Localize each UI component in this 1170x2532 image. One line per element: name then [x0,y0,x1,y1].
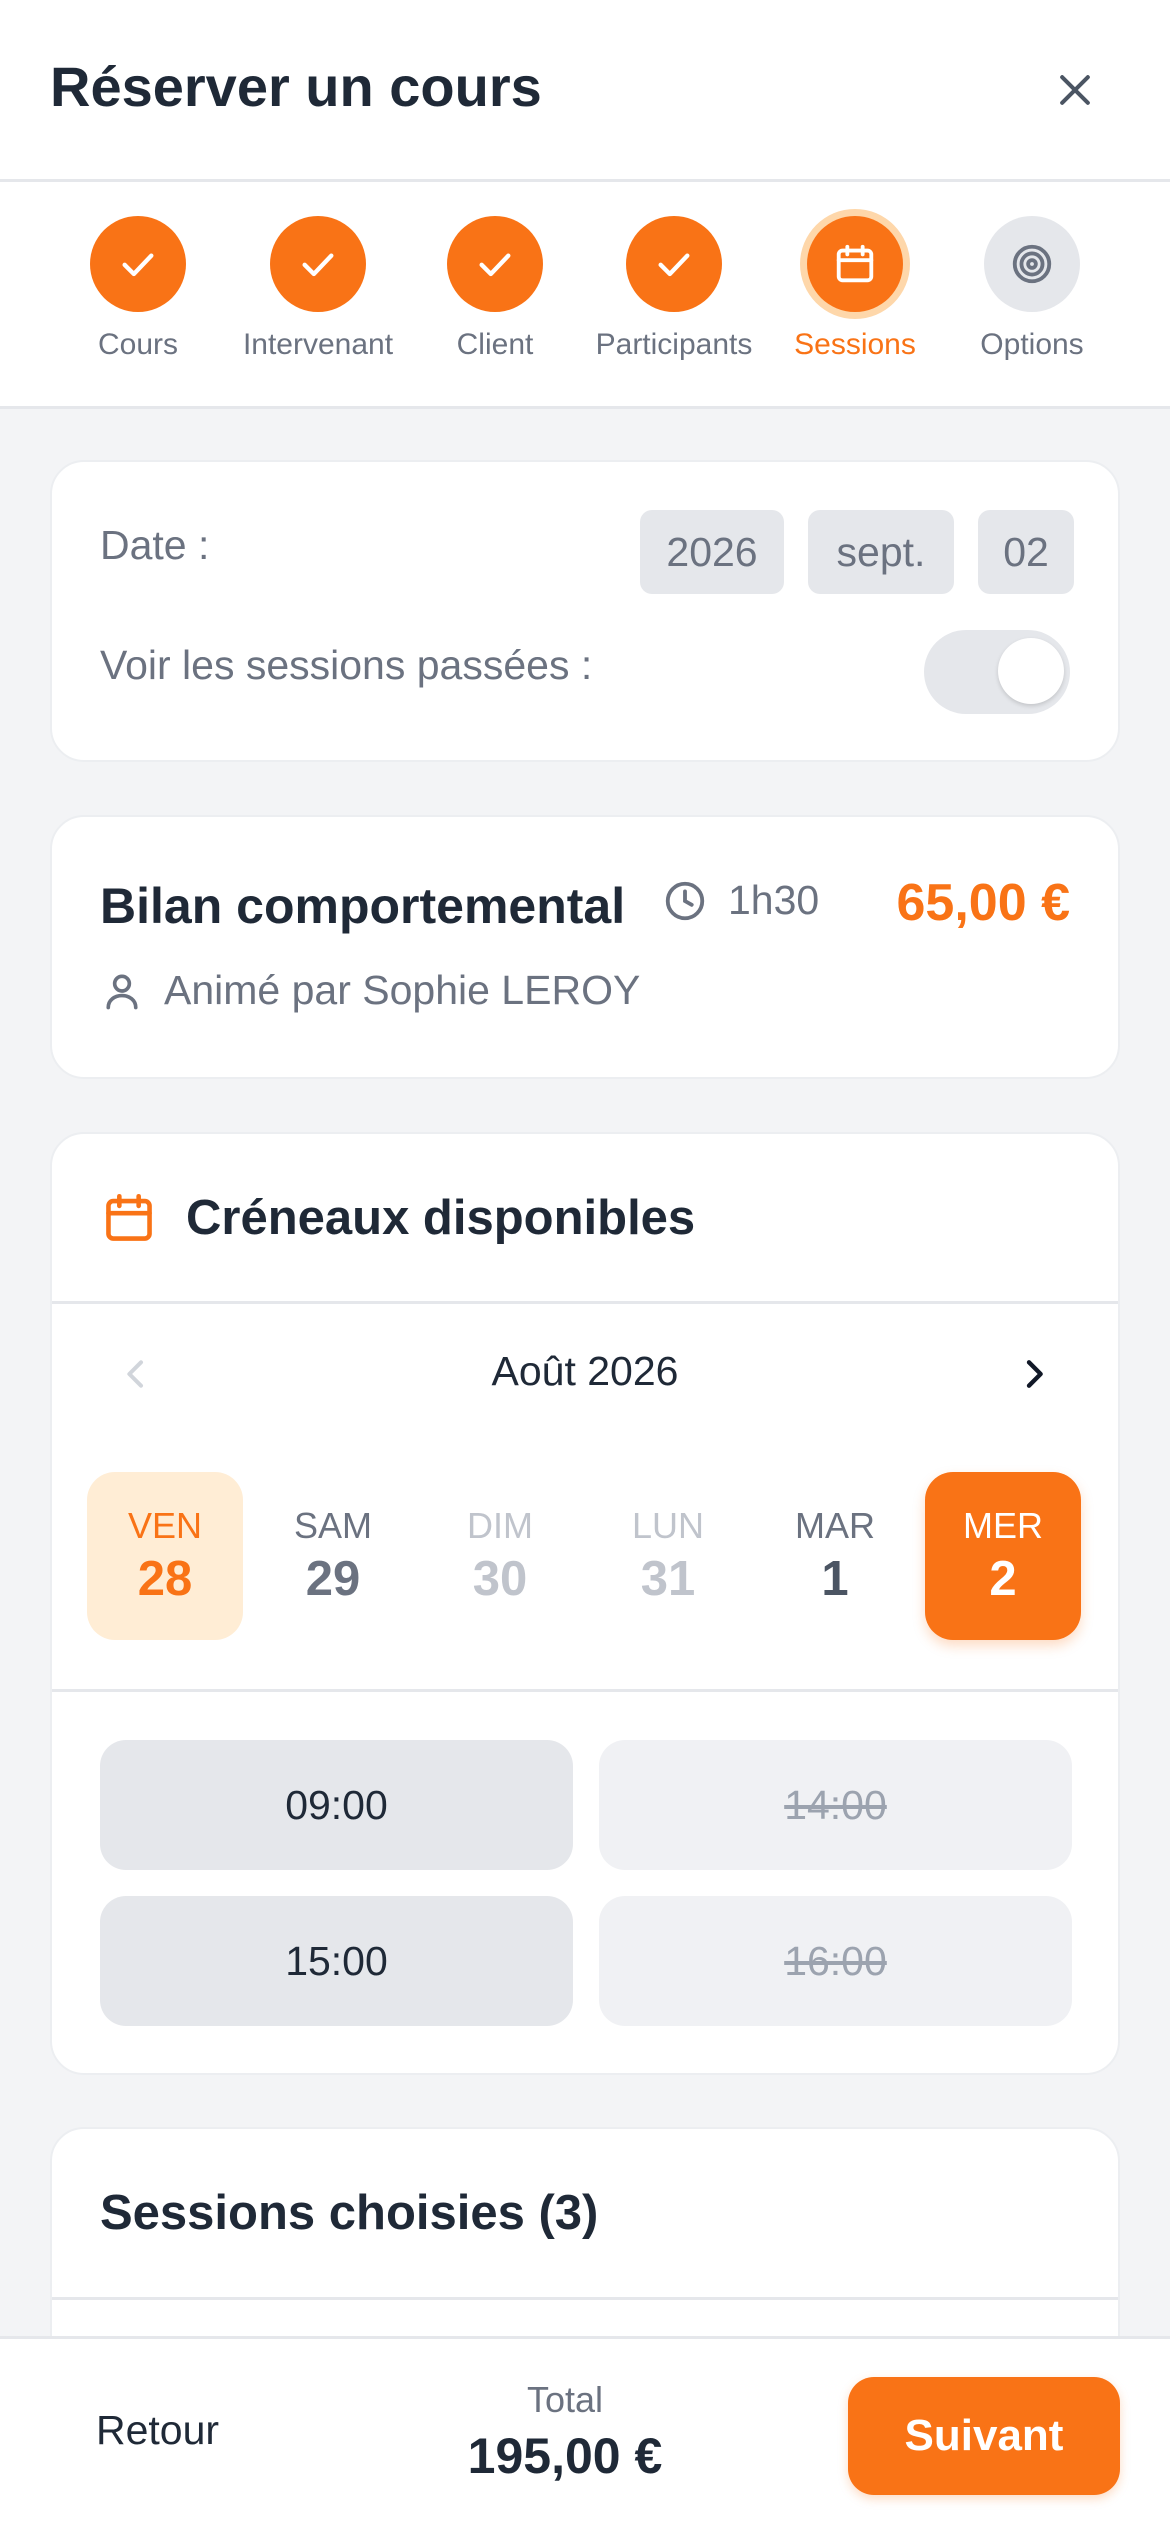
day-fri-28[interactable]: VEN 28 [87,1472,243,1640]
day-tue-1[interactable]: MAR 1 [757,1472,913,1640]
check-icon [302,253,334,277]
duration: 1h30 [662,877,819,924]
check-icon [479,253,511,277]
day-select[interactable]: 02 [978,510,1074,594]
step-label: Cours [97,328,179,361]
time-slot-1600[interactable]: 16:00 [599,1896,1072,2026]
course-title: Bilan comportemental [100,878,626,934]
next-month-button[interactable] [1004,1344,1064,1404]
close-button[interactable] [1040,55,1110,125]
step-label: Options [980,328,1084,361]
check-icon [122,253,154,277]
step-label: Participants [595,328,753,361]
available-slots-card: Créneaux disponibles Août 2026 VEN 28 SA… [50,1132,1120,2075]
time-slot-0900[interactable]: 09:00 [100,1740,573,1870]
day-number: 2 [989,1552,1017,1606]
divider [52,1689,1118,1692]
month-label: Août 2026 [491,1348,679,1394]
year-select[interactable]: 2026 [640,510,784,594]
footer-bar: Retour Total 195,00 € Suivant [0,2336,1170,2532]
check-icon [658,253,690,277]
calendar-icon [836,244,874,283]
month-navigation: Août 2026 [52,1304,1118,1444]
day-number: 28 [137,1552,193,1606]
time-slot-1500[interactable]: 15:00 [100,1896,573,2026]
day-wed-2[interactable]: MER 2 [925,1472,1081,1640]
toggle-knob [998,638,1064,704]
day-number: 1 [821,1552,849,1606]
step-options[interactable]: Options [932,216,1132,362]
month-select[interactable]: sept. [808,510,954,594]
day-name: LUN [631,1505,705,1546]
step-cours[interactable]: Cours [38,216,238,362]
total: Total 195,00 € [435,2379,695,2485]
day-name: DIM [467,1505,533,1546]
day-name: SAM [293,1505,372,1546]
day-number: 31 [640,1552,696,1606]
step-client[interactable]: Client [395,216,595,362]
day-mon-31[interactable]: LUN 31 [590,1472,746,1640]
time-slot-1400[interactable]: 14:00 [599,1740,1072,1870]
slots-title: Créneaux disponibles [186,1190,696,1245]
clock-icon [665,881,705,920]
animator: Animé par Sophie LEROY [100,967,640,1014]
date-filter-card: Date : 2026 sept. 02 Voir les sessions p… [50,460,1120,762]
step-label: Sessions [794,328,916,361]
step-intervenant[interactable]: Intervenant [218,216,418,362]
day-number: 30 [472,1552,528,1606]
chosen-sessions-title: Sessions choisies (3) [100,2186,599,2240]
total-label: Total [526,2379,604,2420]
step-participants[interactable]: Participants [574,216,774,362]
step-sessions[interactable]: Sessions [755,216,955,362]
target-icon [1012,244,1052,284]
close-icon [1060,74,1090,105]
day-number: 29 [305,1552,361,1606]
animator-name: Animé par Sophie LEROY [164,967,641,1013]
past-sessions-toggle[interactable] [924,630,1070,714]
next-button[interactable]: Suivant [848,2377,1120,2495]
day-name: VEN [127,1505,203,1546]
day-sun-30[interactable]: DIM 30 [422,1472,578,1640]
divider [52,2297,1118,2300]
day-name: MER [963,1505,1043,1546]
course-price: 65,00 € [896,874,1071,932]
back-button[interactable]: Retour [96,2407,219,2454]
day-name: MAR [795,1505,875,1546]
course-card: Bilan comportemental 1h30 65,00 € Animé … [50,815,1120,1079]
progress-stepper: Cours Intervenant Client Participants Se… [0,182,1170,409]
calendar-icon [106,1193,152,1241]
step-label: Client [456,328,534,361]
step-label: Intervenant [242,328,394,361]
total-value: 195,00 € [467,2428,663,2484]
page-title: Réserver un cours [50,55,542,118]
day-selector: VEN 28 SAM 29 DIM 30 LUN 31 MAR 1 MER 2 [87,1472,1087,1640]
user-icon [106,974,138,1009]
slots-header: Créneaux disponibles [52,1134,1118,1304]
modal-header: Réserver un cours [0,0,1170,182]
duration-value: 1h30 [728,877,820,923]
day-sat-29[interactable]: SAM 29 [255,1472,411,1640]
date-label: Date : [100,522,210,568]
chevron-right-icon [1026,1360,1043,1388]
past-sessions-label: Voir les sessions passées : [100,642,593,688]
